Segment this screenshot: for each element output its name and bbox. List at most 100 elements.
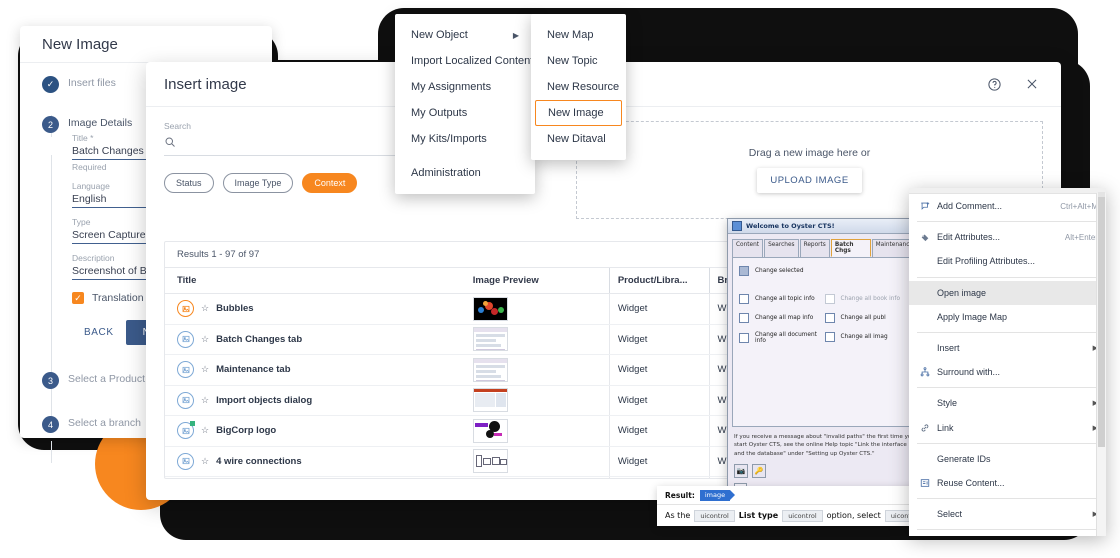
context-menu-item-add-comment[interactable]: Add Comment... Ctrl+Alt+M bbox=[909, 194, 1106, 218]
help-circle-icon[interactable] bbox=[983, 73, 1005, 95]
cell-title[interactable]: ☆ Maintenance tab bbox=[165, 361, 473, 379]
image-thumbnail[interactable] bbox=[472, 449, 508, 474]
checkbox-icon[interactable] bbox=[824, 313, 835, 323]
column-header-image-preview[interactable]: Image Preview bbox=[473, 275, 609, 286]
cell-title[interactable]: ☆ Bubbles bbox=[165, 300, 473, 318]
tab-content[interactable]: Content bbox=[732, 239, 764, 257]
menu-item-my-kits-imports[interactable]: My Kits/Imports bbox=[395, 126, 535, 152]
submenu-item-new-ditaval[interactable]: New Ditaval bbox=[531, 126, 626, 152]
favorite-star-icon[interactable]: ☆ bbox=[201, 395, 209, 406]
context-menu-item-open-image[interactable]: Open image bbox=[909, 280, 1106, 305]
image-thumbnail[interactable] bbox=[472, 327, 508, 352]
context-menu-item-apply-image-map[interactable]: Apply Image Map bbox=[909, 305, 1106, 329]
tab-batch-chgs[interactable]: Batch Chgs bbox=[830, 239, 871, 257]
checkbox-icon[interactable] bbox=[739, 313, 749, 323]
batch-changes-panel: Change selected Change all topic info Ch… bbox=[732, 257, 917, 427]
context-menu-item-style[interactable]: Style▶ bbox=[909, 391, 1106, 415]
context-menu-item-edit-attributes[interactable]: Edit Attributes... Alt+Enter bbox=[909, 225, 1106, 249]
favorite-star-icon[interactable]: ☆ bbox=[201, 334, 209, 345]
cell-title[interactable]: ☆ 4 wire connections bbox=[165, 452, 473, 470]
menu-item-my-assignments[interactable]: My Assignments bbox=[395, 74, 535, 100]
back-button[interactable]: BACK bbox=[72, 320, 126, 345]
page-title: New Image bbox=[42, 35, 118, 53]
submenu-item-new-topic[interactable]: New Topic bbox=[531, 48, 626, 74]
menu-item-shortcut: Ctrl+Alt+M bbox=[1060, 201, 1098, 211]
sentence-part-2: List type bbox=[738, 511, 779, 520]
menu-item-my-outputs[interactable]: My Outputs bbox=[395, 100, 535, 126]
submenu-item-new-image[interactable]: New Image bbox=[535, 100, 622, 126]
checkbox-change-selected[interactable]: Change selected bbox=[739, 266, 910, 276]
step-number-badge: ✓ bbox=[42, 76, 59, 93]
screenshot-icon[interactable]: 📷 bbox=[734, 464, 748, 479]
favorite-star-icon[interactable]: ☆ bbox=[201, 425, 209, 436]
menu-item-new-object[interactable]: New Object ▶ bbox=[395, 22, 535, 48]
result-preview-strip: Result: image As the uicontrol List type… bbox=[657, 486, 945, 526]
scrollbar-thumb[interactable] bbox=[1098, 197, 1105, 447]
oyster-titlebar: Welcome to Oyster CTS! bbox=[728, 219, 921, 234]
image-thumbnail[interactable] bbox=[472, 296, 508, 321]
menu-item-label: Edit Attributes... bbox=[937, 232, 1001, 243]
cell-image-preview bbox=[472, 418, 609, 443]
checkbox-checked-icon[interactable]: ✓ bbox=[72, 292, 84, 304]
context-menu-item-insert[interactable]: Insert▶ bbox=[909, 336, 1106, 360]
context-menu-scrollbar[interactable] bbox=[1096, 192, 1106, 536]
checkbox-icon[interactable] bbox=[824, 332, 835, 342]
editor-context-menu: Add Comment... Ctrl+Alt+M Edit Attributes.… bbox=[909, 188, 1106, 536]
image-thumbnail[interactable] bbox=[472, 388, 508, 413]
context-menu-item-link[interactable]: Link▶ bbox=[909, 416, 1106, 440]
close-icon[interactable] bbox=[1021, 73, 1043, 95]
image-object-icon bbox=[177, 452, 194, 470]
sentence-part-3: option, select bbox=[826, 511, 881, 520]
menu-item-label: Surround with... bbox=[937, 367, 1001, 378]
cell-product: Widget bbox=[608, 477, 709, 478]
cell-title[interactable]: ☆ Import objects dialog bbox=[165, 391, 473, 409]
checkbox-change-all-topic-info[interactable]: Change all topic info bbox=[739, 294, 825, 304]
translation-label: Translation bbox=[92, 292, 144, 304]
context-menu-item-select[interactable]: Select▶ bbox=[909, 502, 1106, 526]
menu-item-label: Add Comment... bbox=[937, 201, 1003, 212]
tab-searches[interactable]: Searches bbox=[764, 239, 799, 257]
image-object-icon bbox=[177, 330, 194, 348]
context-menu-item-reuse-content[interactable]: Reuse Content... bbox=[909, 471, 1106, 495]
menu-item-label: Link bbox=[937, 422, 954, 433]
column-header-product[interactable]: Product/Libra... bbox=[608, 268, 709, 293]
checkbox-change-all-document-info[interactable]: Change all document info bbox=[739, 332, 825, 344]
context-menu-items: Add Comment... Ctrl+Alt+M Edit Attributes.… bbox=[909, 194, 1106, 536]
image-thumbnail[interactable] bbox=[472, 418, 508, 443]
cell-product: Widget bbox=[608, 355, 709, 385]
checkbox-label: Change all book info bbox=[840, 296, 901, 302]
favorite-star-icon[interactable]: ☆ bbox=[201, 364, 209, 375]
favorite-star-icon[interactable]: ☆ bbox=[201, 303, 209, 314]
filter-chip-status[interactable]: Status bbox=[164, 173, 214, 193]
checkbox-change-all-image-info[interactable]: Change all imag bbox=[824, 332, 911, 342]
menu-item-administration[interactable]: Administration bbox=[395, 160, 535, 186]
step-number-badge: 4 bbox=[42, 416, 59, 433]
upload-image-button[interactable]: UPLOAD IMAGE bbox=[757, 168, 862, 193]
reuse-icon bbox=[917, 478, 933, 488]
tab-reports[interactable]: Reports bbox=[799, 239, 830, 257]
cell-title[interactable]: ☆ BigCorp logo bbox=[165, 421, 473, 440]
menu-item-label: Apply Image Map bbox=[937, 311, 1008, 322]
new-object-menu: New Object ▶ Import Localized Content My… bbox=[395, 14, 535, 194]
context-menu-item-generate-ids[interactable]: Generate IDs bbox=[909, 447, 1106, 471]
cell-title[interactable]: ☆ Batch Changes tab bbox=[165, 330, 473, 348]
context-menu-item-surround-with[interactable]: Surround with... bbox=[909, 360, 1106, 384]
favorite-star-icon[interactable]: ☆ bbox=[201, 456, 209, 467]
submenu-item-new-map[interactable]: New Map bbox=[531, 22, 626, 48]
checkbox-icon[interactable] bbox=[739, 266, 749, 276]
context-menu-item-cut[interactable]: CutCtrl+X bbox=[909, 533, 1106, 536]
cell-product: Widget bbox=[608, 294, 709, 324]
image-thumbnail[interactable] bbox=[472, 357, 508, 382]
help-key-icon[interactable]: 🔑 bbox=[752, 464, 766, 479]
checkbox-icon[interactable] bbox=[739, 333, 749, 343]
cell-product: Widget bbox=[608, 446, 709, 476]
filter-chip-image-type[interactable]: Image Type bbox=[222, 173, 294, 193]
submenu-item-new-resource[interactable]: New Resource bbox=[531, 74, 626, 100]
checkbox-icon[interactable] bbox=[739, 294, 749, 304]
context-menu-item-edit-profiling-attributes[interactable]: Edit Profiling Attributes... bbox=[909, 249, 1106, 273]
checkbox-change-all-map-info[interactable]: Change all map info bbox=[739, 313, 825, 323]
column-header-title[interactable]: Title bbox=[165, 275, 473, 286]
menu-item-import-localized-content[interactable]: Import Localized Content bbox=[395, 48, 535, 74]
checkbox-change-all-publication-info[interactable]: Change all publ bbox=[824, 313, 911, 323]
filter-chip-context[interactable]: Context bbox=[302, 173, 358, 193]
